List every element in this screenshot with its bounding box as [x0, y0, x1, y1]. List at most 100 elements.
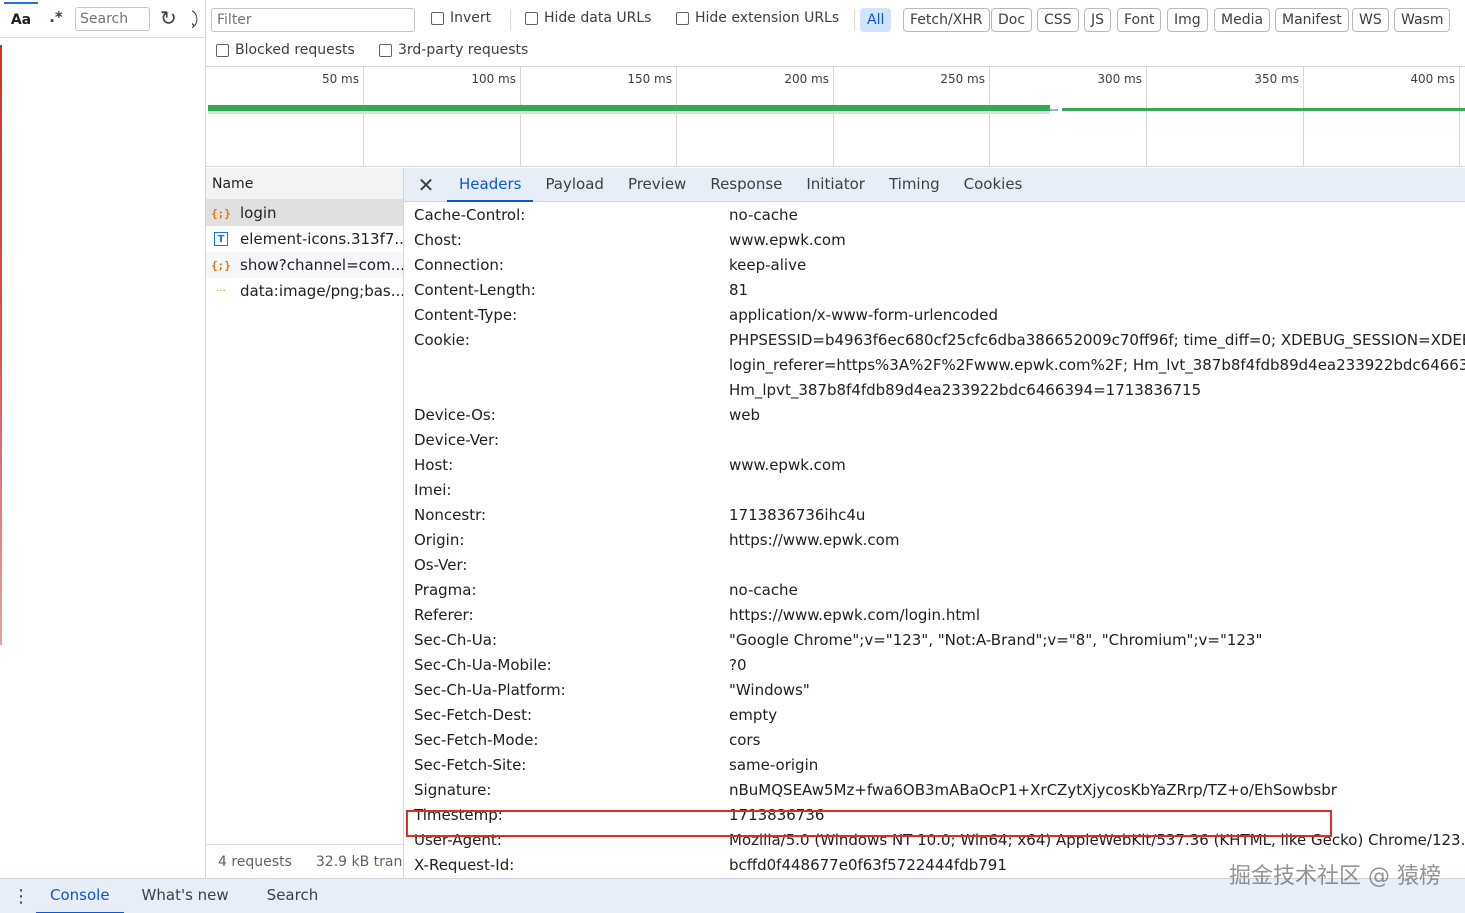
timeline-bar-tail [1062, 108, 1465, 111]
xhr-icon: {;} [211, 206, 231, 220]
hide-extension-urls-label: Hide extension URLs [695, 10, 840, 26]
type-filter-wasm[interactable]: Wasm [1394, 8, 1451, 32]
header-value[interactable]: Hm_lpvt_387b8f4fdb89d4ea233922bdc6466394… [729, 381, 1201, 399]
hide-data-urls-checkbox[interactable]: Hide data URLs [525, 10, 651, 26]
type-filter-media[interactable]: Media [1214, 8, 1271, 32]
type-filter-all[interactable]: All [860, 8, 892, 32]
header-value[interactable]: "Google Chrome";v="123", "Not:A-Brand";v… [729, 631, 1262, 649]
match-case-toggle[interactable]: Aa [4, 2, 38, 36]
type-filter-js[interactable]: JS [1084, 8, 1112, 32]
header-value[interactable]: web [729, 406, 760, 424]
tab-cookies[interactable]: Cookies [952, 168, 1035, 202]
image-icon: ··· [216, 285, 226, 297]
request-row[interactable]: {;} show?channel=com... [206, 252, 403, 278]
regex-toggle[interactable]: .* [44, 8, 68, 30]
drawer-tab-what-s-new[interactable]: What's new [124, 879, 247, 913]
timeline-tick-label: 150 ms [627, 72, 672, 86]
hide-extension-urls-checkbox[interactable]: Hide extension URLs [676, 10, 839, 26]
header-row: Pragma: no-cache [404, 578, 1465, 603]
checkbox-icon[interactable] [379, 43, 392, 57]
tab-initiator[interactable]: Initiator [794, 168, 877, 202]
tab-response[interactable]: Response [698, 168, 794, 202]
header-value[interactable]: no-cache [729, 206, 798, 224]
timeline-tick-label: 400 ms [1410, 72, 1455, 86]
timeline-overview[interactable]: 50 ms 100 ms 150 ms 200 ms 250 ms 300 ms 350 m… [206, 67, 1465, 167]
checkbox-icon[interactable] [431, 11, 444, 25]
type-filter-css[interactable]: CSS [1037, 8, 1079, 32]
request-row[interactable]: ··· data:image/png;bas... [206, 278, 403, 304]
timeline-gridline [1459, 67, 1460, 166]
third-party-requests-checkbox[interactable]: 3rd-party requests [379, 42, 528, 58]
clear-search-icon[interactable]: ⃠ [192, 7, 206, 31]
header-name: Connection: [414, 256, 504, 274]
header-value[interactable]: keep-alive [729, 256, 806, 274]
header-row: Referer: https://www.epwk.com/login.html [404, 603, 1465, 628]
header-value[interactable]: empty [729, 706, 777, 724]
drawer-tab-console[interactable]: Console [36, 879, 124, 913]
header-value[interactable]: no-cache [729, 581, 798, 599]
header-name: Device-Ver: [414, 431, 500, 449]
header-value[interactable]: bcffd0f448677e0f63f5722444fdb791 [729, 856, 1007, 874]
name-column-header[interactable]: Name [206, 168, 403, 200]
header-value[interactable]: application/x-www-form-urlencoded [729, 306, 998, 324]
request-row[interactable]: {;} login [206, 200, 403, 226]
header-name: Sec-Fetch-Site: [414, 756, 527, 774]
header-value[interactable]: login_referer=https%3A%2F%2Fwww.epwk.com… [729, 356, 1465, 374]
more-options-icon[interactable]: ⋮ [6, 879, 36, 913]
blocked-requests-checkbox[interactable]: Blocked requests [216, 42, 355, 58]
type-filter-fetch-xhr[interactable]: Fetch/XHR [903, 8, 990, 32]
header-value[interactable]: 1713836736 [729, 806, 824, 824]
header-value[interactable]: PHPSESSID=b4963f6ec680cf25cfc6dba3866520… [729, 331, 1465, 349]
header-name: Pragma: [414, 581, 477, 599]
invert-label: Invert [450, 10, 492, 26]
header-name: Sec-Ch-Ua-Platform: [414, 681, 566, 699]
timeline-gridline [833, 67, 834, 166]
header-value[interactable]: www.epwk.com [729, 231, 846, 249]
type-filter-manifest[interactable]: Manifest [1275, 8, 1349, 32]
timeline-bar-shadow [208, 111, 1050, 114]
checkbox-icon[interactable] [216, 43, 229, 57]
header-row: Device-Ver: [404, 428, 1465, 453]
header-value[interactable]: 81 [729, 281, 748, 299]
filter-input[interactable] [211, 8, 415, 32]
header-value[interactable]: 1713836736ihc4u [729, 506, 865, 524]
header-value[interactable]: nBuMQSEAw5Mz+fwa6OB3mABaOcP1+XrCZytXjyco… [729, 781, 1337, 799]
tab-timing[interactable]: Timing [877, 168, 952, 202]
header-value[interactable]: https://www.epwk.com/login.html [729, 606, 980, 624]
tab-payload[interactable]: Payload [533, 168, 616, 202]
request-row[interactable]: Telement-icons.313f7... [206, 226, 403, 252]
request-summary: 4 requests 32.9 kB tran [206, 844, 403, 878]
panel-edge-marker [0, 45, 2, 645]
header-row: login_referer=https%3A%2F%2Fwww.epwk.com… [404, 353, 1465, 378]
drawer-tab-search[interactable]: Search [247, 879, 339, 913]
header-row: Sec-Fetch-Site: same-origin [404, 753, 1465, 778]
header-value[interactable]: www.epwk.com [729, 456, 846, 474]
header-value[interactable]: ?0 [729, 656, 747, 674]
timeline-gridline [363, 67, 364, 166]
header-value[interactable]: Mozilla/5.0 (Windows NT 10.0; Win64; x64… [729, 831, 1465, 849]
header-value[interactable]: https://www.epwk.com [729, 531, 899, 549]
xhr-icon: {;} [211, 258, 231, 272]
tab-preview[interactable]: Preview [616, 168, 698, 202]
checkbox-icon[interactable] [676, 11, 689, 25]
close-icon[interactable]: ✕ [411, 170, 441, 200]
type-filter-font[interactable]: Font [1117, 8, 1162, 32]
header-value[interactable]: cors [729, 731, 760, 749]
type-filter-ws[interactable]: WS [1352, 8, 1389, 32]
header-value[interactable]: same-origin [729, 756, 818, 774]
type-filter-doc[interactable]: Doc [991, 8, 1033, 32]
checkbox-icon[interactable] [525, 11, 538, 25]
timeline-gridline [1303, 67, 1304, 166]
search-input[interactable] [75, 7, 150, 31]
request-name: show?channel=com... [240, 256, 403, 274]
header-row: Sec-Fetch-Dest: empty [404, 703, 1465, 728]
timeline-gridline [989, 67, 990, 166]
refresh-icon[interactable]: ↻ [160, 7, 182, 31]
header-name: Cache-Control: [414, 206, 526, 224]
tab-headers[interactable]: Headers [447, 168, 534, 202]
header-row: User-Agent: Mozilla/5.0 (Windows NT 10.0;… [404, 828, 1465, 853]
type-filter-img[interactable]: Img [1167, 8, 1208, 32]
invert-checkbox[interactable]: Invert [431, 10, 491, 26]
header-value[interactable]: "Windows" [729, 681, 810, 699]
header-row: Device-Os: web [404, 403, 1465, 428]
